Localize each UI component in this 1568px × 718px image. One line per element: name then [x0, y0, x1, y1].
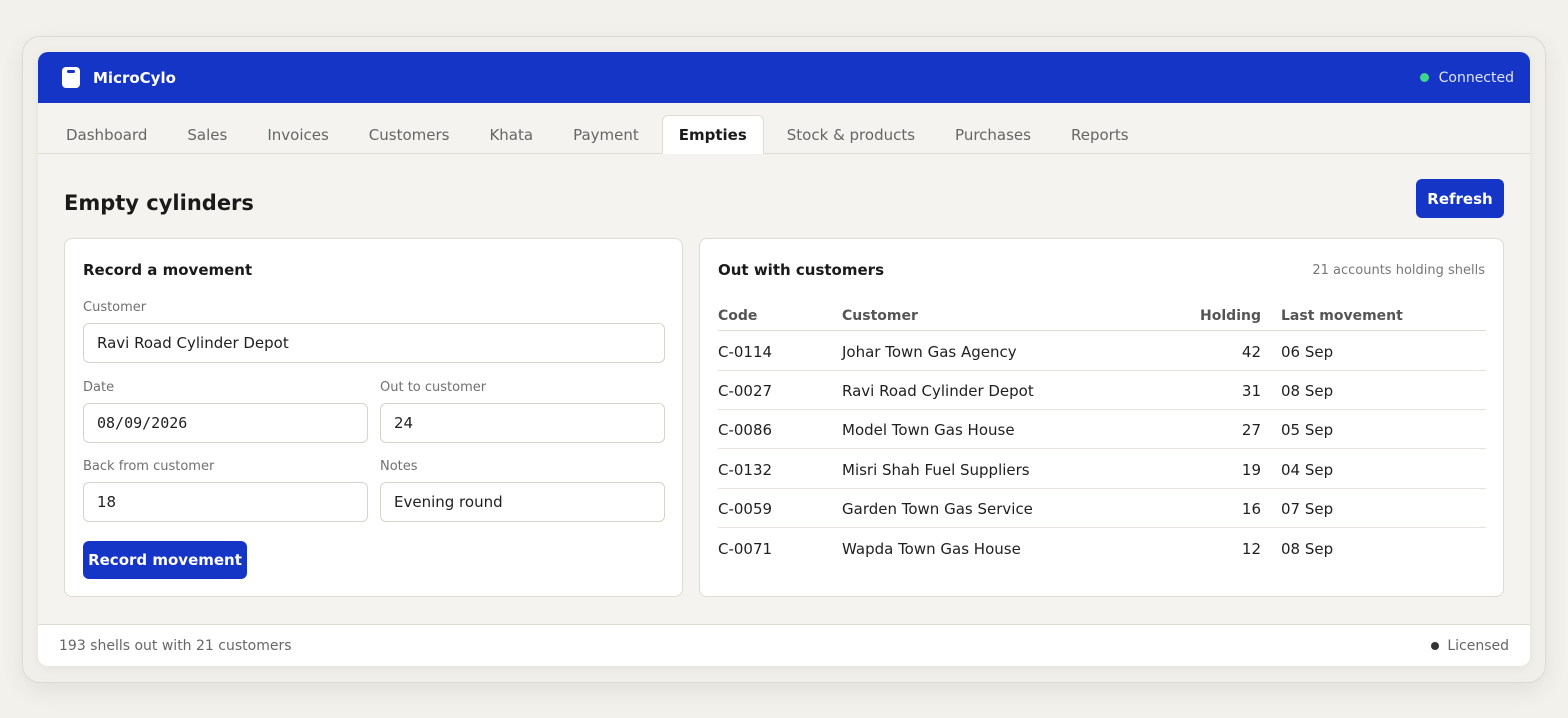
page-title: Empty cylinders [64, 191, 254, 215]
shells-summary: 193 shells out with 21 customers [59, 637, 292, 654]
tab-khata[interactable]: Khata [472, 115, 550, 154]
cell-code: C-0071 [718, 540, 773, 558]
cylinder-logo-icon [62, 67, 80, 88]
cell-holding: 42 [1241, 343, 1261, 361]
back-from-customer-field[interactable]: 18 [83, 482, 368, 522]
cell-code: C-0132 [718, 461, 773, 479]
table-row[interactable]: C-0132 Misri Shah Fuel Suppliers 19 04 S… [718, 450, 1486, 489]
tab-sales[interactable]: Sales [170, 115, 244, 154]
accounts-summary: 21 accounts holding shells [1312, 263, 1485, 278]
cell-holding: 16 [1241, 500, 1261, 518]
table-row[interactable]: C-0059 Garden Town Gas Service 16 07 Sep [718, 489, 1486, 528]
tab-dashboard[interactable]: Dashboard [49, 115, 164, 154]
table-header: Code Customer Holding Last movement [718, 301, 1486, 331]
cell-last-movement: 07 Sep [1281, 500, 1334, 518]
header-holding: Holding [1200, 308, 1261, 324]
cell-customer: Misri Shah Fuel Suppliers [842, 461, 1030, 479]
header-customer: Customer [842, 308, 918, 324]
out-to-customer-field[interactable]: 24 [380, 403, 665, 443]
status-dot-icon [1419, 73, 1429, 82]
cell-last-movement: 05 Sep [1281, 421, 1334, 439]
tab-purchases[interactable]: Purchases [938, 115, 1048, 154]
back-from-customer-label: Back from customer [83, 459, 215, 474]
header-last-movement: Last movement [1281, 308, 1403, 324]
form-title: Record a movement [83, 261, 253, 279]
cell-last-movement: 08 Sep [1281, 540, 1334, 558]
cell-last-movement: 08 Sep [1281, 382, 1334, 400]
table-row[interactable]: C-0086 Model Town Gas House 27 05 Sep [718, 410, 1486, 449]
license-label: Licensed [1447, 637, 1509, 654]
cell-code: C-0059 [718, 500, 773, 518]
cell-customer: Garden Town Gas Service [842, 500, 1033, 518]
connection-status: Connected [1419, 69, 1514, 86]
cell-code: C-0086 [718, 421, 773, 439]
tab-invoices[interactable]: Invoices [250, 115, 345, 154]
cell-code: C-0114 [718, 343, 773, 361]
cell-customer: Ravi Road Cylinder Depot [842, 382, 1034, 400]
header-code: Code [718, 308, 758, 324]
table-row[interactable]: C-0071 Wapda Town Gas House 12 08 Sep [718, 529, 1486, 568]
record-movement-card: Record a movement Customer Ravi Road Cyl… [64, 238, 683, 597]
cell-holding: 27 [1241, 421, 1261, 439]
refresh-button[interactable]: Refresh [1416, 179, 1504, 218]
tab-reports[interactable]: Reports [1054, 115, 1146, 154]
tab-bar: Dashboard Sales Invoices Customers Khata… [38, 103, 1530, 154]
table-title: Out with customers [718, 261, 884, 279]
cell-last-movement: 04 Sep [1281, 461, 1334, 479]
out-with-customers-card: Out with customers 21 accounts holding s… [699, 238, 1504, 597]
cell-holding: 31 [1241, 382, 1261, 400]
table-row[interactable]: C-0114 Johar Town Gas Agency 42 06 Sep [718, 332, 1486, 371]
tab-stock-products[interactable]: Stock & products [770, 115, 932, 154]
cell-customer: Johar Town Gas Agency [842, 343, 1017, 361]
table-row[interactable]: C-0027 Ravi Road Cylinder Depot 31 08 Se… [718, 371, 1486, 410]
notes-field[interactable]: Evening round [380, 482, 665, 522]
cell-holding: 19 [1241, 461, 1261, 479]
app-name: MicroCylo [93, 68, 176, 87]
title-bar: MicroCylo Connected [38, 52, 1530, 103]
tab-payment[interactable]: Payment [556, 115, 656, 154]
tab-customers[interactable]: Customers [352, 115, 467, 154]
app-window: MicroCylo Connected Dashboard Sales Invo… [38, 52, 1530, 666]
notes-label: Notes [380, 459, 418, 474]
cell-customer: Model Town Gas House [842, 421, 1015, 439]
license-status: Licensed [1431, 638, 1509, 654]
date-label: Date [83, 380, 115, 395]
cell-customer: Wapda Town Gas House [842, 540, 1021, 558]
cell-holding: 12 [1241, 540, 1261, 558]
customer-field[interactable]: Ravi Road Cylinder Depot [83, 323, 665, 363]
cell-last-movement: 06 Sep [1281, 343, 1334, 361]
out-to-customer-label: Out to customer [380, 380, 487, 395]
customer-label: Customer [83, 300, 147, 315]
date-field[interactable]: 08/09/2026 [83, 403, 368, 443]
cell-code: C-0027 [718, 382, 773, 400]
record-movement-button[interactable]: Record movement [83, 541, 247, 579]
status-bar: 193 shells out with 21 customers License… [38, 624, 1530, 666]
license-dot-icon [1431, 641, 1440, 650]
tab-empties[interactable]: Empties [661, 115, 764, 154]
connection-label: Connected [1438, 69, 1514, 86]
